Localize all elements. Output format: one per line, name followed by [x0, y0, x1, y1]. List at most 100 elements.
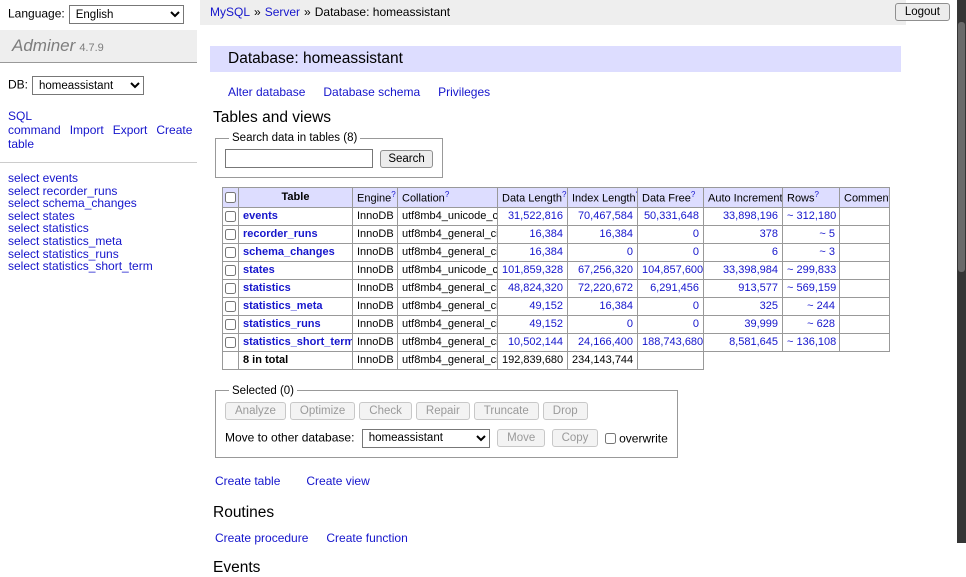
breadcrumb-mysql-link[interactable]: MySQL [210, 5, 250, 19]
data-length-link[interactable]: 10,502,144 [508, 336, 563, 348]
data-free-link[interactable]: 104,857,600 [642, 264, 703, 276]
column-header-label: Data Length [502, 193, 562, 205]
data-free-link[interactable]: 0 [693, 318, 699, 330]
index-length-link[interactable]: 16,384 [599, 228, 633, 240]
table-name-link[interactable]: events [243, 210, 278, 222]
table-row: schema_changesInnoDButf8mb4_general_ci16… [223, 243, 890, 261]
table-name-link[interactable]: recorder_runs [243, 228, 318, 240]
logout-button[interactable]: Logout [895, 3, 950, 21]
table-name-link[interactable]: statistics_runs [243, 318, 321, 330]
row-check-cell [223, 297, 239, 315]
db-action-link[interactable]: Alter database [228, 85, 305, 99]
table-name-link[interactable]: statistics [243, 282, 291, 294]
sidebar-select-link[interactable]: select statistics_short_term [8, 260, 197, 273]
sidebar-action-link[interactable]: Export [113, 123, 148, 137]
db-action-link[interactable]: Privileges [438, 85, 490, 99]
help-link[interactable]: ? [391, 190, 395, 199]
rows-link[interactable]: ~ 628 [807, 318, 835, 330]
rows-link[interactable]: ~ 299,833 [787, 264, 836, 276]
row-checkbox[interactable] [225, 319, 236, 330]
auto-increment-link[interactable]: 325 [760, 300, 778, 312]
auto-increment-link[interactable]: 33,898,196 [723, 210, 778, 222]
auto-increment-link[interactable]: 33,398,984 [723, 264, 778, 276]
row-checkbox[interactable] [225, 211, 236, 222]
data-free-cell: 0 [638, 225, 704, 243]
adminer-version: 4.7.9 [79, 42, 103, 54]
index-length-link[interactable]: 0 [627, 318, 633, 330]
help-link[interactable]: ? [562, 190, 566, 199]
rows-link[interactable]: ~ 244 [807, 300, 835, 312]
data-free-link[interactable]: 0 [693, 228, 699, 240]
auto-increment-link[interactable]: 8,581,645 [729, 336, 778, 348]
db-label: DB: [8, 78, 28, 92]
data-free-link[interactable]: 188,743,680 [642, 336, 703, 348]
collation-cell: utf8mb4_general_ci [398, 279, 498, 297]
index-length-link[interactable]: 16,384 [599, 300, 633, 312]
db-select[interactable]: homeassistant [32, 76, 144, 95]
data-free-link[interactable]: 0 [693, 300, 699, 312]
search-button[interactable]: Search [380, 150, 432, 168]
help-link[interactable]: ? [815, 190, 819, 199]
move-database-select[interactable]: homeassistant [362, 429, 490, 448]
data-free-link[interactable]: 0 [693, 246, 699, 258]
index-length-link[interactable]: 24,166,400 [578, 336, 633, 348]
overwrite-checkbox[interactable] [605, 433, 616, 444]
index-length-link[interactable]: 0 [627, 246, 633, 258]
auto-increment-link[interactable]: 6 [772, 246, 778, 258]
sidebar-action-link[interactable]: SQL command [8, 109, 61, 137]
data-free-link[interactable]: 50,331,648 [644, 210, 699, 222]
db-action-link[interactable]: Database schema [323, 85, 420, 99]
help-link[interactable]: ? [691, 190, 695, 199]
row-checkbox[interactable] [225, 247, 236, 258]
table-name-link[interactable]: states [243, 264, 275, 276]
index-length-link[interactable]: 67,256,320 [578, 264, 633, 276]
rows-link[interactable]: ~ 569,159 [787, 282, 836, 294]
sidebar-select-link[interactable]: select schema_changes [8, 197, 197, 210]
auto-increment-link[interactable]: 39,999 [744, 318, 778, 330]
data-length-link[interactable]: 101,859,328 [502, 264, 563, 276]
data-length-link[interactable]: 49,152 [529, 318, 563, 330]
breadcrumb: MySQL»Server»Database: homeassistant [200, 0, 906, 25]
rows-link[interactable]: ~ 3 [819, 246, 835, 258]
index-length-link[interactable]: 70,467,584 [578, 210, 633, 222]
row-checkbox[interactable] [225, 337, 236, 348]
sidebar-select-link[interactable]: select events [8, 172, 197, 185]
breadcrumb-server-link[interactable]: Server [265, 5, 300, 19]
row-checkbox[interactable] [225, 283, 236, 294]
create-link[interactable]: Create table [215, 474, 280, 488]
search-input[interactable] [225, 149, 373, 168]
row-checkbox[interactable] [225, 301, 236, 312]
table-row: statisticsInnoDButf8mb4_general_ci48,824… [223, 279, 890, 297]
data-length-link[interactable]: 16,384 [529, 228, 563, 240]
vertical-scrollbar[interactable] [957, 0, 966, 543]
data-length-link[interactable]: 48,824,320 [508, 282, 563, 294]
scrollbar-thumb[interactable] [958, 22, 965, 272]
column-header-auto-increment: Auto Increment? [704, 188, 783, 208]
data-length-link[interactable]: 16,384 [529, 246, 563, 258]
language-select[interactable]: English [69, 5, 184, 24]
auto-increment-link[interactable]: 378 [760, 228, 778, 240]
index-length-cell: 67,256,320 [568, 261, 638, 279]
rows-link[interactable]: ~ 312,180 [787, 210, 836, 222]
row-checkbox[interactable] [225, 265, 236, 276]
footer-engine: InnoDB [353, 351, 398, 369]
table-name-link[interactable]: schema_changes [243, 246, 335, 258]
data-length-link[interactable]: 31,522,816 [508, 210, 563, 222]
index-length-link[interactable]: 72,220,672 [578, 282, 633, 294]
select-all-checkbox[interactable] [225, 192, 236, 203]
auto-increment-link[interactable]: 913,577 [738, 282, 778, 294]
column-header-label: Collation [402, 193, 445, 205]
table-name-link[interactable]: statistics_short_term [243, 336, 353, 348]
rows-link[interactable]: ~ 5 [819, 228, 835, 240]
help-link[interactable]: ? [445, 190, 449, 199]
table-name-link[interactable]: statistics_meta [243, 300, 323, 312]
adminer-logo[interactable]: Adminer4.7.9 [0, 30, 197, 63]
create-link[interactable]: Create view [306, 474, 369, 488]
sidebar-select-link[interactable]: select statistics_meta [8, 235, 197, 248]
data-length-link[interactable]: 49,152 [529, 300, 563, 312]
data-free-link[interactable]: 6,291,456 [650, 282, 699, 294]
database-actions: Alter database Database schema Privileges [228, 85, 906, 99]
rows-link[interactable]: ~ 136,108 [787, 336, 836, 348]
sidebar-action-link[interactable]: Import [70, 123, 104, 137]
row-checkbox[interactable] [225, 229, 236, 240]
